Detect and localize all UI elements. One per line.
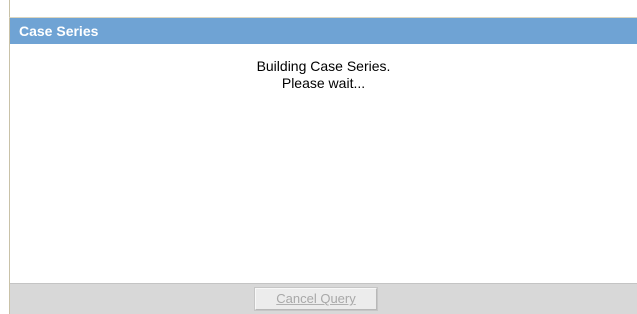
cancel-query-button[interactable]: Cancel Query xyxy=(254,287,378,311)
dialog-title-bar: Case Series xyxy=(10,18,637,44)
dialog-title: Case Series xyxy=(19,23,99,39)
status-message-line-2: Please wait... xyxy=(281,75,366,91)
dialog-footer: Cancel Query xyxy=(10,283,637,314)
case-series-dialog: Case Series Building Case Series. Please… xyxy=(0,0,637,314)
dialog-content: Building Case Series. Please wait... xyxy=(10,44,637,283)
status-message: Building Case Series. Please wait... xyxy=(10,58,637,92)
status-message-line-1: Building Case Series. xyxy=(256,58,391,74)
